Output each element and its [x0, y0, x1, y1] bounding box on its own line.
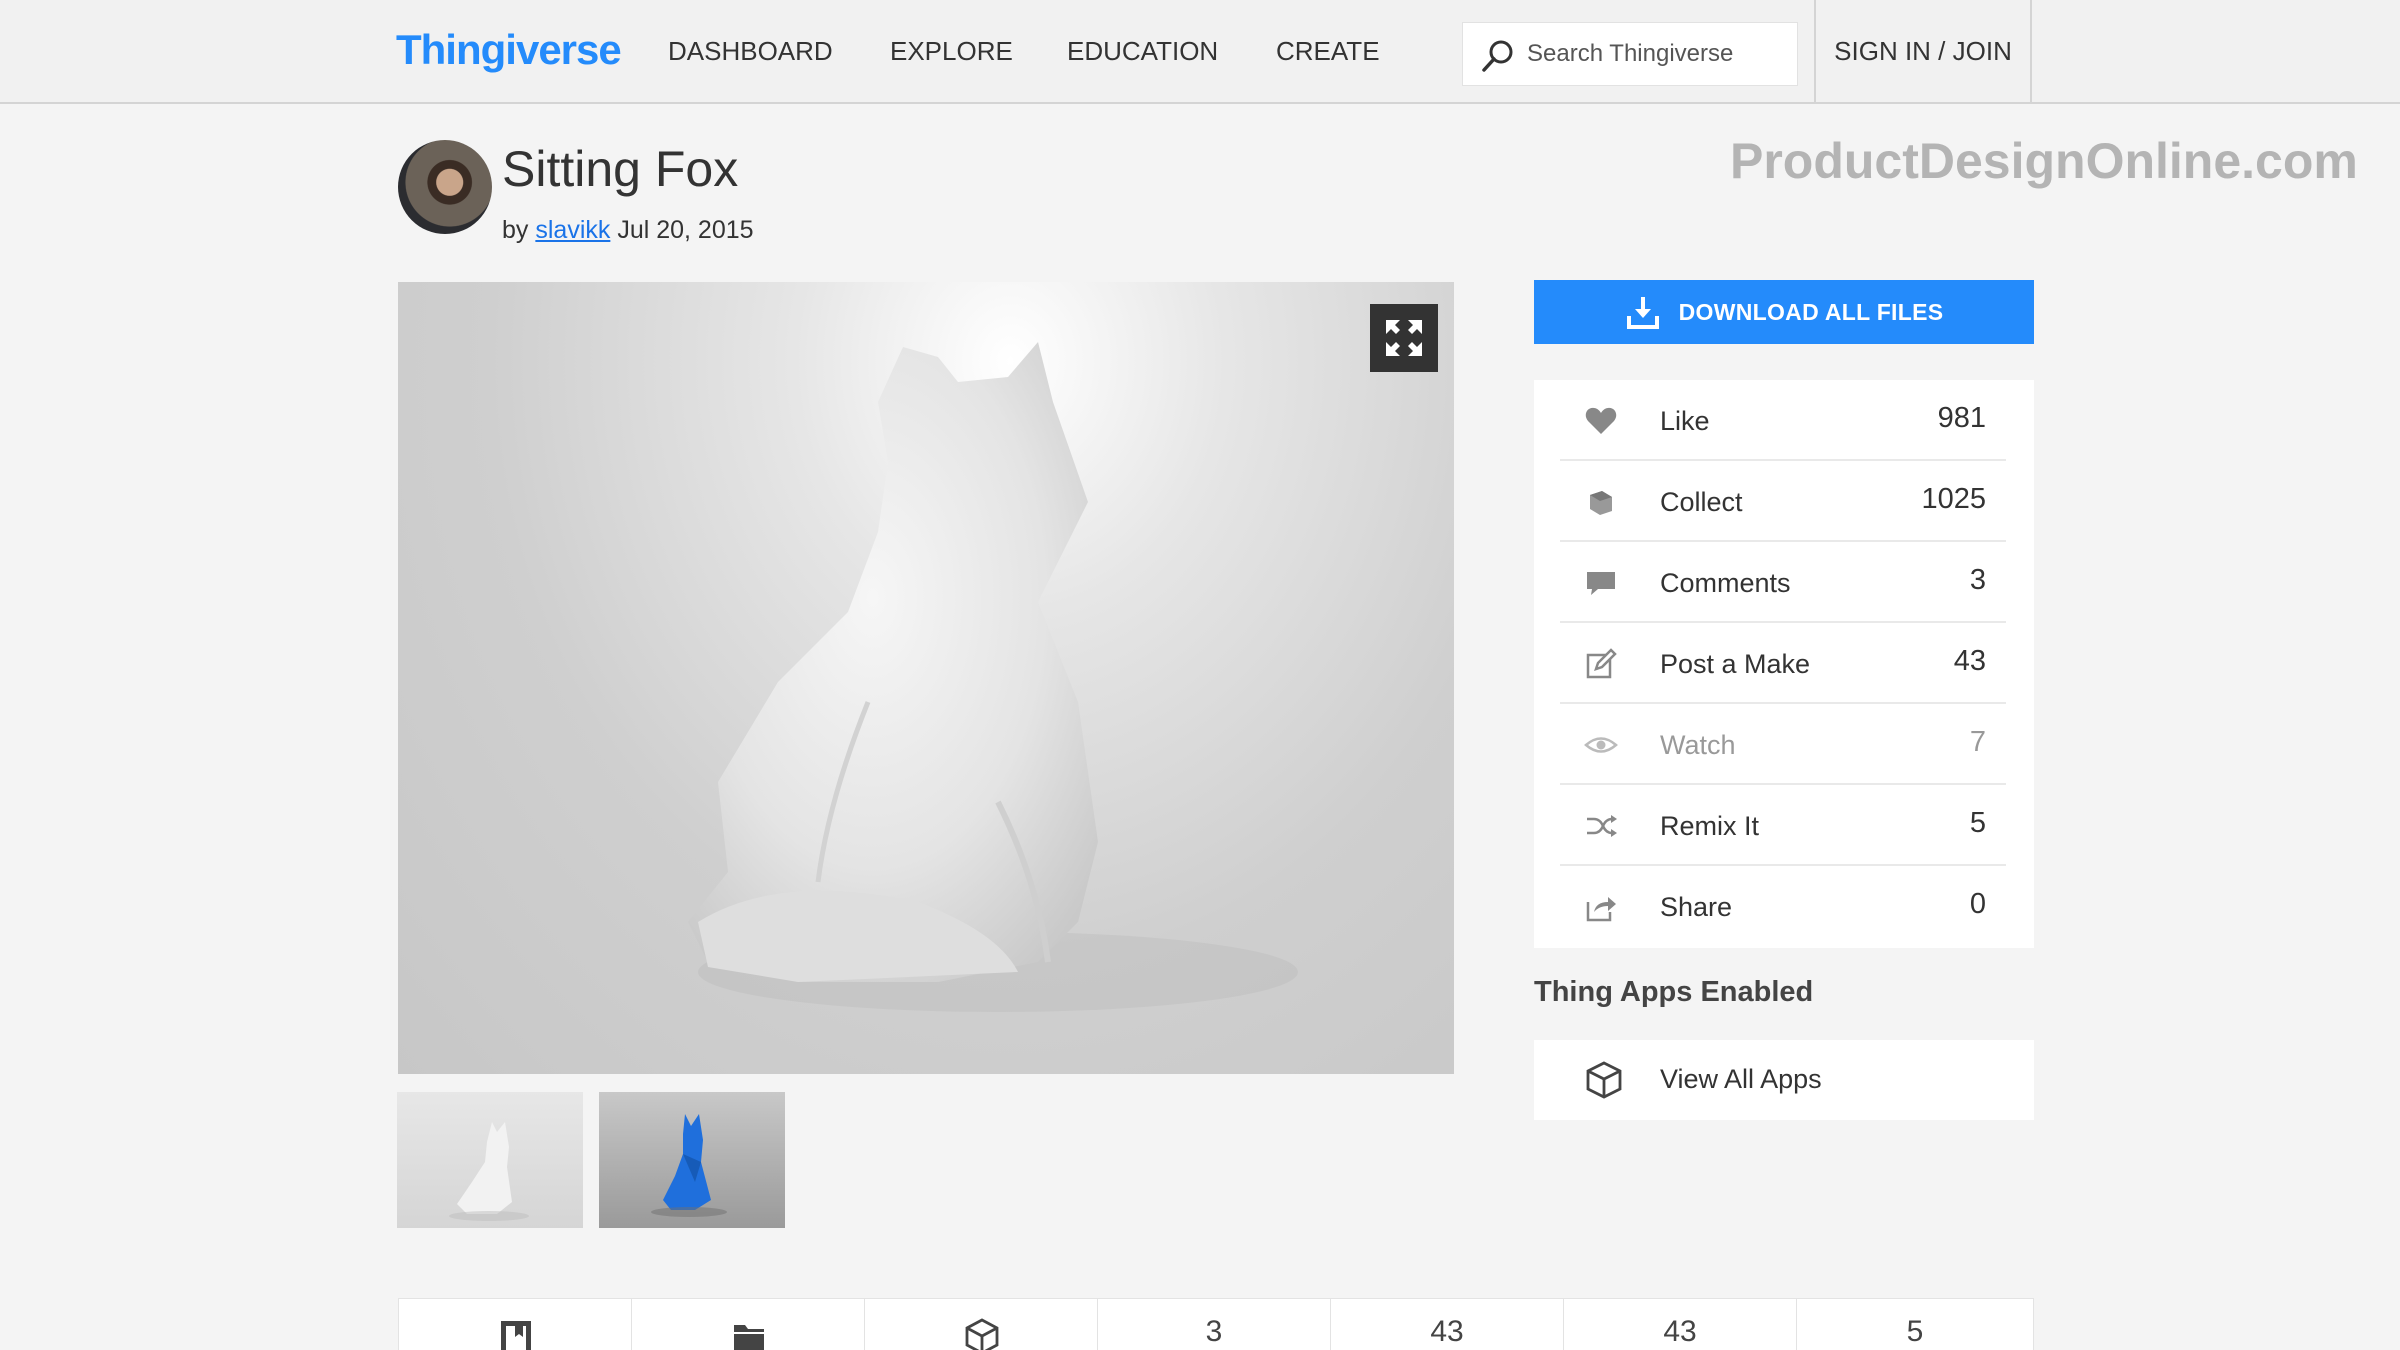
publish-date: Jul 20, 2015 [617, 216, 754, 244]
tab-details[interactable] [399, 1299, 632, 1350]
byline-prefix: by [502, 216, 529, 244]
remix-it-count: 5 [1969, 807, 1986, 839]
folder-icon [734, 1325, 764, 1350]
eye-icon [1584, 737, 1618, 753]
share-label: Share [1660, 892, 1733, 922]
watermark-text: ProductDesignOnline.com [1730, 133, 2358, 189]
expand-icon [1386, 320, 1422, 356]
comments-row[interactable]: Comments 3 [1560, 542, 2006, 623]
byline: by slavikk Jul 20, 2015 [502, 216, 754, 245]
cube-icon [1586, 1061, 1622, 1099]
tab-collections[interactable]: 43 [1564, 1299, 1797, 1350]
thing-apps-heading: Thing Apps Enabled [1534, 976, 1814, 1008]
post-a-make-label: Post a Make [1660, 649, 1811, 679]
top-header: Thingiverse DASHBOARD EXPLORE EDUCATION … [0, 0, 2400, 104]
like-label: Like [1660, 406, 1710, 436]
collect-row[interactable]: Collect 1025 [1560, 461, 2006, 542]
sign-in-join-button[interactable]: SIGN IN / JOIN [1814, 0, 2032, 102]
comments-count: 3 [1969, 564, 1986, 596]
comments-icon [1587, 572, 1615, 595]
blue-fox-thumbnail-image [651, 1114, 727, 1217]
tab-comments[interactable]: 3 [1098, 1299, 1331, 1350]
white-fox-thumbnail-image [449, 1122, 529, 1221]
fox-sculpture-illustration [688, 342, 1298, 1012]
post-a-make-count: 43 [1953, 645, 1986, 677]
search-box[interactable] [1462, 22, 1798, 86]
collect-icon [1590, 491, 1612, 515]
tab-remixes[interactable]: 5 [1797, 1299, 2033, 1350]
thumbnail-blue-fox[interactable] [599, 1092, 785, 1228]
nav-create[interactable]: CREATE [1276, 36, 1380, 67]
tab-collections-count: 43 [1663, 1315, 1697, 1348]
post-a-make-row[interactable]: Post a Make 43 [1560, 623, 2006, 704]
main-product-image[interactable] [398, 282, 1454, 1074]
cube-icon [965, 1318, 999, 1350]
thumbnail-white-fox[interactable] [397, 1092, 583, 1228]
like-row[interactable]: Like 981 [1560, 380, 2006, 461]
fullscreen-button[interactable] [1370, 304, 1438, 372]
nav-education[interactable]: EDUCATION [1067, 36, 1218, 67]
remix-it-label: Remix It [1660, 811, 1760, 841]
watch-label: Watch [1660, 730, 1736, 760]
watch-row[interactable]: Watch 7 [1560, 704, 2006, 785]
comments-label: Comments [1660, 568, 1791, 598]
tab-comments-count: 3 [1205, 1315, 1223, 1348]
like-count: 981 [1937, 402, 1986, 434]
shuffle-icon [1587, 815, 1617, 837]
collect-count: 1025 [1921, 483, 1986, 515]
nav-explore[interactable]: EXPLORE [890, 36, 1013, 67]
remix-it-row[interactable]: Remix It 5 [1560, 785, 2006, 866]
tab-apps[interactable] [865, 1299, 1098, 1350]
pencil-icon [1586, 648, 1617, 679]
tab-makes[interactable]: 43 [1331, 1299, 1564, 1350]
heart-icon [1585, 407, 1617, 434]
download-icon [1626, 297, 1659, 329]
share-icon [1586, 897, 1616, 922]
view-all-apps-label: View All Apps [1660, 1064, 1822, 1094]
tab-makes-count: 43 [1430, 1315, 1464, 1348]
search-icon [1482, 40, 1513, 72]
download-all-files-button[interactable]: DOWNLOAD ALL FILES [1534, 280, 2034, 344]
author-link[interactable]: slavikk [535, 216, 610, 244]
share-row[interactable]: Share 0 [1560, 866, 2006, 947]
thingiverse-logo[interactable]: Thingiverse [396, 26, 622, 74]
watch-count: 7 [1969, 726, 1986, 758]
tab-files[interactable] [632, 1299, 865, 1350]
collect-label: Collect [1660, 487, 1743, 517]
download-all-files-label: DOWNLOAD ALL FILES [1678, 298, 1944, 325]
author-avatar[interactable] [398, 140, 492, 234]
view-all-apps-button[interactable]: View All Apps [1534, 1040, 2034, 1120]
page-title: Sitting Fox [502, 141, 739, 197]
thing-actions-panel: Like 981 Collect 1025 Comments 3 Post a … [1534, 380, 2034, 948]
nav-dashboard[interactable]: DASHBOARD [668, 36, 833, 67]
search-input[interactable] [1527, 23, 1787, 85]
share-count: 0 [1969, 888, 1986, 920]
book-icon [501, 1321, 531, 1350]
tab-remixes-count: 5 [1906, 1315, 1924, 1348]
thing-tabs: 3 43 43 5 [398, 1298, 2034, 1350]
